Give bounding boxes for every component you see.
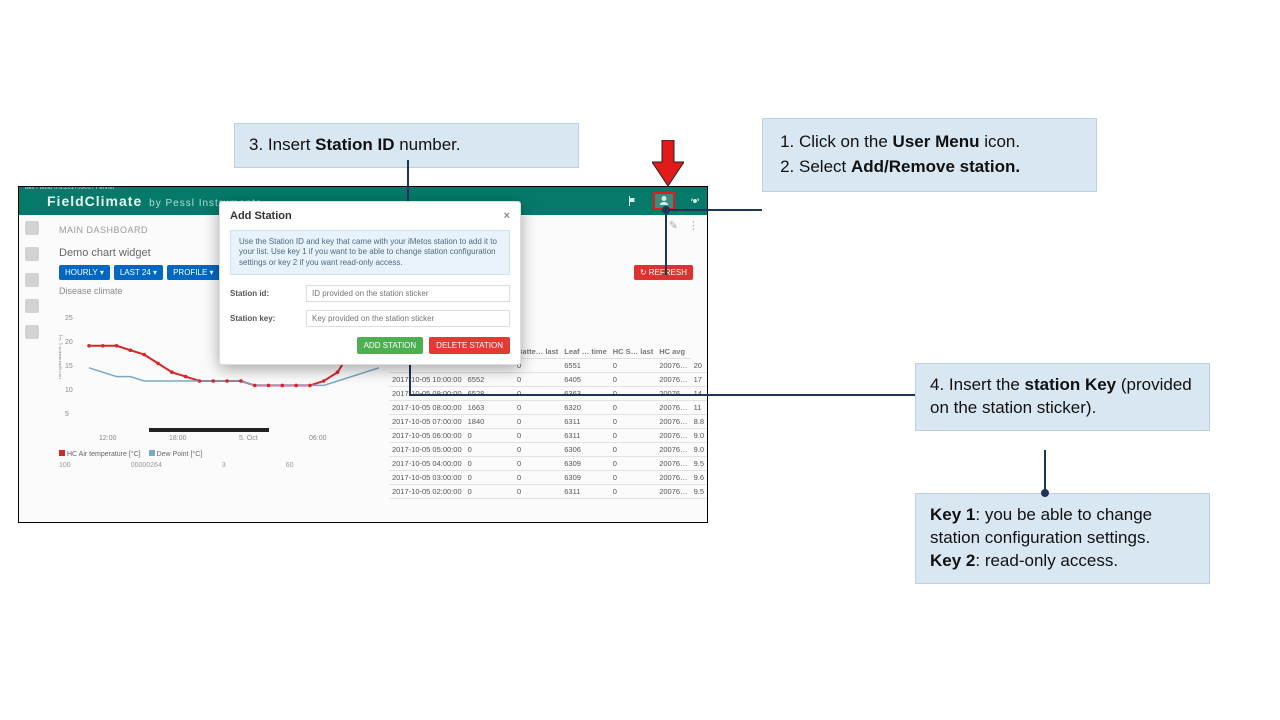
c1-suffix: icon. [979,132,1020,151]
svg-text:25: 25 [65,315,73,322]
table-row: 2017-10-05 09:00:00652806363020076…14 [389,387,707,401]
left-rail [19,215,46,522]
legend-air-temp: HC Air temperature [°C] [59,450,141,458]
rail-item[interactable] [25,299,39,313]
svg-text:10: 10 [65,387,73,394]
callout-station-id: 3. Insert Station ID number. [234,123,579,168]
table-header: HC avg [656,345,690,359]
station-key-input[interactable] [306,310,510,327]
c4-prefix: 4. Insert the [930,375,1025,394]
rail-item[interactable] [25,247,39,261]
svg-text:Temperature [°C]: Temperature [°C] [59,334,63,380]
table-row: 2017-10-05 02:00:00006311020076…9.5 [389,485,707,499]
last24-button[interactable]: LAST 24 ▾ [114,265,163,280]
station-id-input[interactable] [306,285,510,302]
user-menu-icon[interactable] [653,192,675,210]
c3-prefix: 3. Insert [249,135,315,154]
modal-info: Use the Station ID and key that came wit… [230,230,510,275]
flag-icon[interactable] [627,195,639,207]
brand-name: FieldClimate [47,193,142,209]
station-id-label: Station id: [230,289,298,298]
bottom-left-value: 100 [59,462,71,469]
add-station-button[interactable]: ADD STATION [357,337,424,354]
k2-text: : read-only access. [975,551,1118,570]
modal-title: Add Station [230,210,292,222]
svg-text:5. Oct: 5. Oct [239,435,258,442]
add-station-modal: Add Station × Use the Station ID and key… [219,201,521,365]
table-row: 2017-10-05 03:00:00006309020076…9.6 [389,471,707,485]
hourly-button[interactable]: HOURLY ▾ [59,265,110,280]
table-header: Batte… last [514,345,561,359]
svg-text:20: 20 [65,339,73,346]
bottom-mid-label: 00000264 [131,462,162,469]
svg-text:15: 15 [65,363,73,370]
legend-dew-point: Dew Point [°C] [149,450,203,458]
k2-label: Key 2 [930,551,975,570]
svg-text:18:00: 18:00 [169,435,187,442]
table-row: 2017-10-05 08:00:00166306320020076…11 [389,401,707,415]
bottom-right-a: 3 [222,462,226,469]
red-arrow-icon [652,140,684,186]
table-row: 2017-10-05 05:00:00006306020076…9.0 [389,443,707,457]
c3-suffix: number. [394,135,460,154]
callout-user-menu: Click on the User Menu icon. Select Add/… [762,118,1097,192]
table-row: 2017-10-05 07:00:00184006311020076…8.8 [389,415,707,429]
data-table: Preci… sumBatte… lastLeaf … timeHC S… la… [389,345,707,499]
k1-label: Key 1 [930,505,975,524]
svg-text:12:00: 12:00 [99,435,117,442]
more-icon[interactable]: ⋮ [688,219,699,232]
station-key-label: Station key: [230,314,298,323]
table-row: 2017-10-05 06:00:00006311020076…9.0 [389,429,707,443]
bottom-right-b: 60 [286,462,294,469]
build-label: dev / build 0.6.20170906 / Fennel [25,186,114,191]
table-row: 2017-10-05 04:00:00006309020076…9.5 [389,457,707,471]
svg-text:06:00: 06:00 [309,435,327,442]
c4-bold: station Key [1025,375,1117,394]
close-icon[interactable]: × [504,210,510,222]
svg-text:5: 5 [65,411,69,418]
table-header: HC S… last [610,345,656,359]
callout-keys-explain: Key 1: you be able to change station con… [915,493,1210,584]
rail-item[interactable] [25,325,39,339]
edit-icon[interactable]: ✎ [669,219,678,232]
c1-prefix: Click on the [799,132,893,151]
c2-bold: Add/Remove station. [851,157,1020,176]
delete-station-button[interactable]: DELETE STATION [429,337,510,354]
table-row: 2017-10-05 10:00:00655206405020076…17 [389,373,707,387]
c2-prefix: Select [799,157,851,176]
refresh-button[interactable]: ↻ REFRESH [634,265,693,280]
main-header-icons: ✎ ⋮ [669,219,699,232]
rail-item[interactable] [25,273,39,287]
table-header: Leaf … time [561,345,610,359]
rail-item[interactable] [25,221,39,235]
c1-bold: User Menu [893,132,980,151]
c3-bold: Station ID [315,135,394,154]
topbar-icons [627,187,701,215]
broadcast-icon[interactable] [689,195,701,207]
callout-station-key: 4. Insert the station Key (provided on t… [915,363,1210,431]
app-screenshot: dev / build 0.6.20170906 / Fennel FieldC… [18,186,708,523]
profile-button[interactable]: PROFILE ▾ [167,265,219,280]
